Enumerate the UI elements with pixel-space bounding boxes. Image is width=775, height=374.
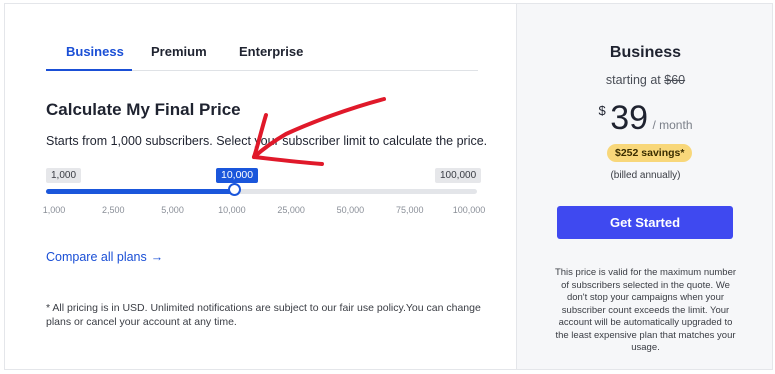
slider-fill [46,189,234,194]
slider-tick-label: 75,000 [395,205,424,215]
slider-tick-label: 5,000 [161,205,184,215]
compare-link-label: Compare all plans [46,250,147,264]
slider-tick-label: 1,000 [42,205,66,215]
get-started-button[interactable]: Get Started [557,206,733,239]
summary-plan-name: Business [609,44,682,61]
price-period: / month [652,118,693,132]
slider-tick-label: 25,000 [277,205,305,215]
final-price: $ 39 / month [517,99,774,138]
currency-symbol: $ [598,103,606,118]
slider-tick-label: 100,000 [452,205,486,215]
slider-tick-label: 10,000 [218,205,246,215]
compare-all-plans-link[interactable]: Compare all plans → [46,250,163,264]
slider-max-label: 100,000 [435,168,482,183]
price-validity-note: This price is valid for the maximum numb… [554,267,737,353]
calculator-description: Starts from 1,000 subscribers. Select yo… [46,134,488,148]
billing-note: (billed annually) [610,170,681,181]
price-amount: 39 [610,99,649,137]
starting-price: starting at $60 [517,73,774,87]
slider-tick-label: 2,500 [102,205,125,215]
slider-tick-label: 50,000 [336,205,365,215]
pricing-footnote: * All pricing is in USD. Unlimited notif… [46,302,481,328]
slider-min-label: 1,000 [46,168,82,183]
tab-enterprise[interactable]: Enterprise [239,44,303,59]
subscriber-slider[interactable] [46,183,477,196]
arrow-right-icon: → [150,250,164,264]
price-summary-panel: Business starting at $60 $ 39 / month $2… [516,3,773,370]
calculator-title: Calculate My Final Price [46,100,241,119]
tab-business[interactable]: Business [66,44,124,59]
slider-current-value: 10,000 [216,168,259,183]
starting-prefix: starting at [605,73,661,87]
pricing-calculator-panel: Business Premium Enterprise Calculate My… [4,3,516,370]
old-price: $60 [664,73,686,87]
tab-premium[interactable]: Premium [151,44,207,59]
active-tab-indicator [46,69,132,71]
slider-handle[interactable] [228,183,241,196]
plan-tabs: Business Premium Enterprise [46,34,478,71]
savings-badge: $252 savings* [607,144,693,162]
